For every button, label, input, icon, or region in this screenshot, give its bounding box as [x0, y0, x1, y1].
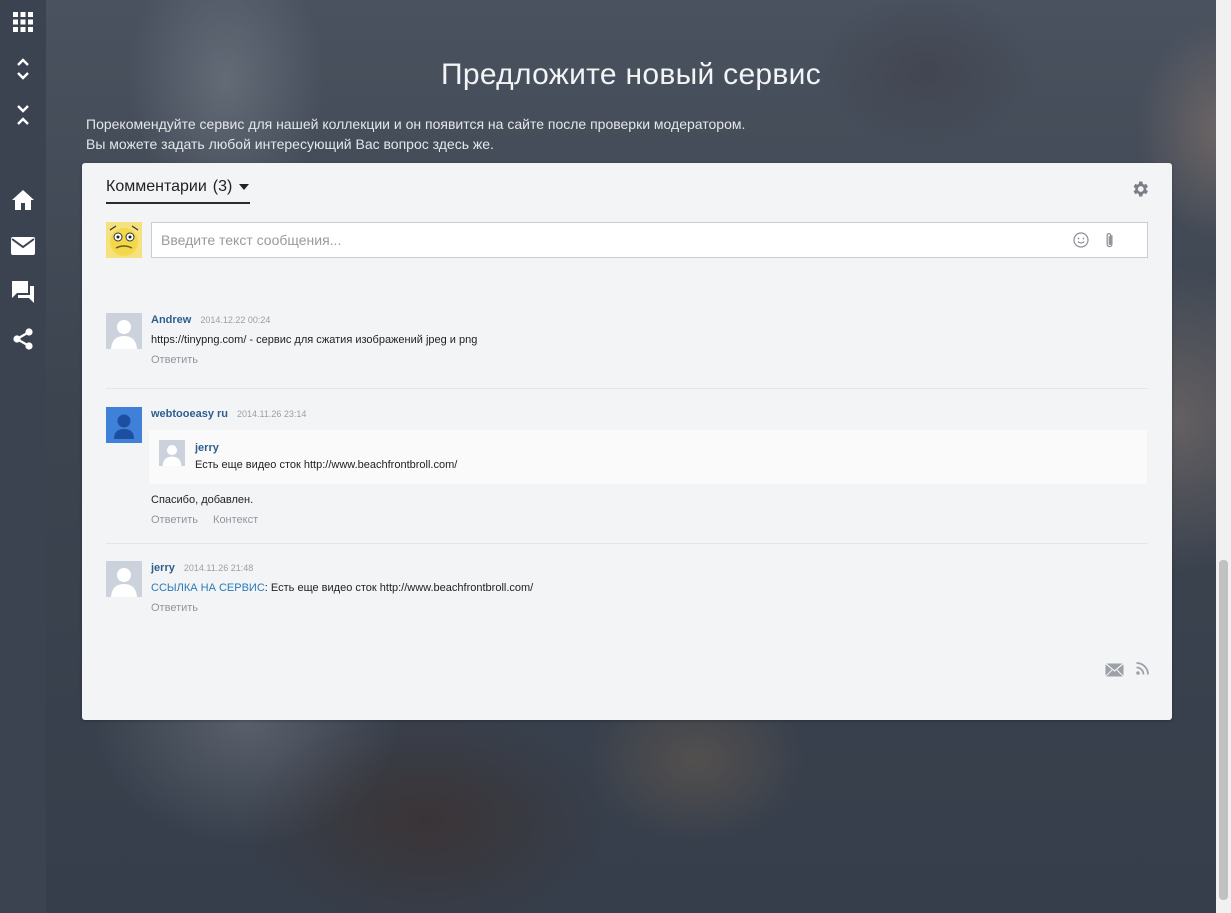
- description-line: Вы можете задать любой интересующий Вас …: [86, 136, 494, 152]
- page-description: Порекомендуйте сервис для нашей коллекци…: [86, 114, 745, 154]
- user-silhouette-icon: [111, 320, 137, 349]
- scrollbar-thumb[interactable]: [1219, 560, 1228, 900]
- share-icon[interactable]: [10, 326, 36, 352]
- service-link[interactable]: ССЫЛКА НА СЕРВИС: [151, 582, 265, 594]
- comment-date: 2014.12.22 00:24: [200, 315, 271, 325]
- comment-actions: Ответить: [151, 602, 1148, 614]
- user-silhouette-icon: [111, 568, 137, 597]
- reply-button[interactable]: Ответить: [151, 354, 198, 366]
- message-input[interactable]: [152, 223, 1070, 257]
- chevron-down-icon: [239, 184, 250, 190]
- reply-button[interactable]: Ответить: [151, 602, 198, 614]
- scrollbar[interactable]: [1216, 0, 1231, 913]
- avatar: [106, 561, 142, 597]
- email-subscribe-icon[interactable]: [1105, 663, 1124, 677]
- user-silhouette-icon: [114, 414, 134, 439]
- comment-text: Спасибо, добавлен.: [151, 494, 254, 506]
- attach-icon[interactable]: [1103, 232, 1117, 249]
- context-button[interactable]: Контекст: [213, 514, 258, 526]
- comment-author[interactable]: Andrew: [151, 314, 191, 326]
- divider: [106, 388, 1148, 389]
- rss-icon[interactable]: [1136, 662, 1149, 675]
- quote-text: Есть еще видео сток http://www.beachfron…: [195, 459, 458, 471]
- avatar: [106, 313, 142, 349]
- gear-icon[interactable]: [1130, 179, 1150, 199]
- quote-author[interactable]: jerry: [195, 442, 219, 454]
- sidebar: [0, 0, 46, 913]
- quoted-comment: jerry Есть еще видео сток http://www.bea…: [149, 430, 1147, 484]
- smile-icon[interactable]: [1073, 232, 1089, 248]
- avatar: [106, 407, 142, 443]
- comments-count: (3): [212, 178, 233, 195]
- page-title: Предложите новый сервис: [440, 58, 822, 91]
- expand-icon[interactable]: [10, 56, 36, 82]
- user-avatar: [106, 222, 142, 258]
- reply-button[interactable]: Ответить: [151, 514, 198, 526]
- comment-author[interactable]: jerry: [151, 562, 175, 574]
- message-input-box: [151, 222, 1148, 258]
- home-icon[interactable]: [10, 187, 36, 213]
- comment-text: https://tinypng.com/ - сервис для сжатия…: [151, 334, 478, 346]
- chat-icon[interactable]: [10, 279, 36, 305]
- divider: [106, 543, 1148, 544]
- mail-icon[interactable]: [10, 233, 36, 259]
- comment-text: ССЫЛКА НА СЕРВИС: Есть еще видео сток ht…: [151, 581, 1148, 595]
- avatar: [159, 440, 185, 466]
- comment-author[interactable]: webtooeasy ru: [151, 408, 228, 420]
- comment-date: 2014.11.26 21:48: [183, 563, 254, 573]
- user-silhouette-icon: [162, 445, 182, 466]
- comment-text-body: : Есть еще видео сток http://www.beachfr…: [264, 582, 534, 594]
- comment-body: webtooeasy ru 2014.11.26 23:14 jerry Есть…: [149, 407, 1148, 526]
- comment-actions: Ответить Контекст: [151, 514, 1148, 526]
- comment-actions: Ответить: [151, 354, 1148, 366]
- comments-tab-label: Комментарии: [106, 178, 207, 195]
- description-line: Порекомендуйте сервис для нашей коллекци…: [86, 116, 746, 132]
- comments-widget: Комментарии (3) Введите текст сообщения.…: [82, 163, 1172, 720]
- collapse-icon[interactable]: [10, 102, 36, 128]
- comments-tab[interactable]: Комментарии (3): [106, 178, 251, 204]
- comment-body: jerry 2014.11.26 21:48 ССЫЛКА НА СЕРВИС: …: [151, 561, 1148, 614]
- apps-icon[interactable]: [10, 9, 36, 35]
- comment-date: 2014.11.26 23:14: [237, 409, 307, 419]
- comment-body: Andrew 2014.12.22 00:24 https://tinypng.c…: [151, 313, 1148, 366]
